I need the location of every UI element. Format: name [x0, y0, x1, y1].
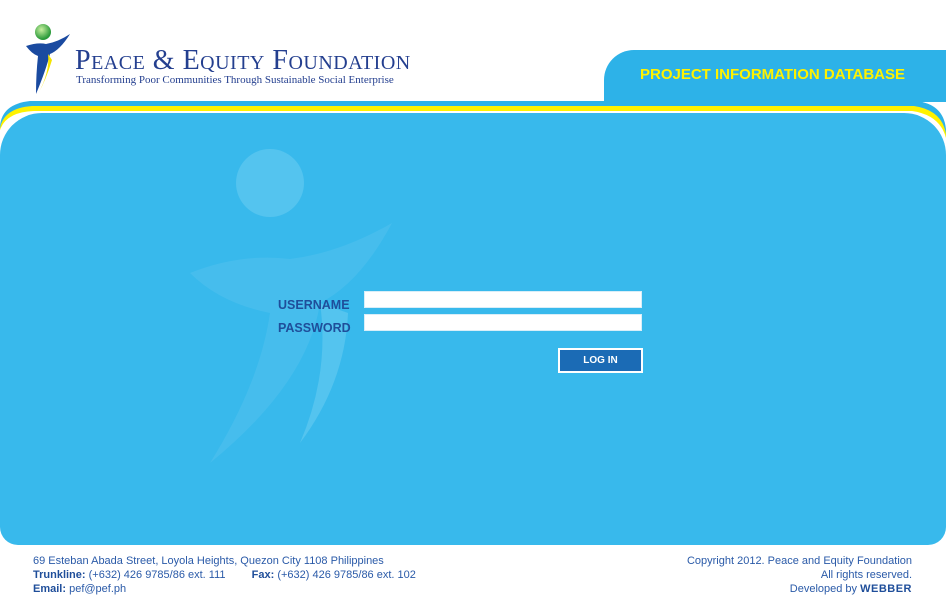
trunkline-label: Trunkline:	[33, 569, 86, 581]
email-label: Email:	[33, 583, 67, 595]
fax-label: Fax:	[251, 569, 275, 581]
rights-text: All rights reserved.	[820, 569, 912, 581]
username-input[interactable]	[364, 291, 642, 308]
developer-name[interactable]: WEBBER	[860, 583, 912, 595]
database-title-tab: PROJECT INFORMATION DATABASE	[604, 50, 946, 102]
database-title: PROJECT INFORMATION DATABASE	[640, 66, 905, 83]
email-link[interactable]: pef@pef.ph	[69, 583, 126, 595]
fax-value: (+632) 426 9785/86 ext. 102	[277, 569, 416, 581]
footer-address: 69 Esteban Abada Street, Loyola Heights,…	[33, 555, 384, 567]
trunkline-value: (+632) 426 9785/86 ext. 111	[88, 569, 226, 581]
login-panel: USERNAME PASSWORD	[0, 113, 946, 545]
developed-by-text: Developed by	[789, 583, 858, 595]
footer-copyright: Copyright 2012. Peace and Equity Foundat…	[687, 554, 912, 596]
username-label: USERNAME	[278, 298, 350, 312]
password-label: PASSWORD	[278, 321, 351, 335]
footer-contact: 69 Esteban Abada Street, Loyola Heights,…	[33, 554, 416, 596]
login-button[interactable]: LOG IN	[558, 348, 643, 373]
password-input[interactable]	[364, 314, 642, 331]
copyright-text: Copyright 2012. Peace and Equity Foundat…	[686, 555, 912, 567]
